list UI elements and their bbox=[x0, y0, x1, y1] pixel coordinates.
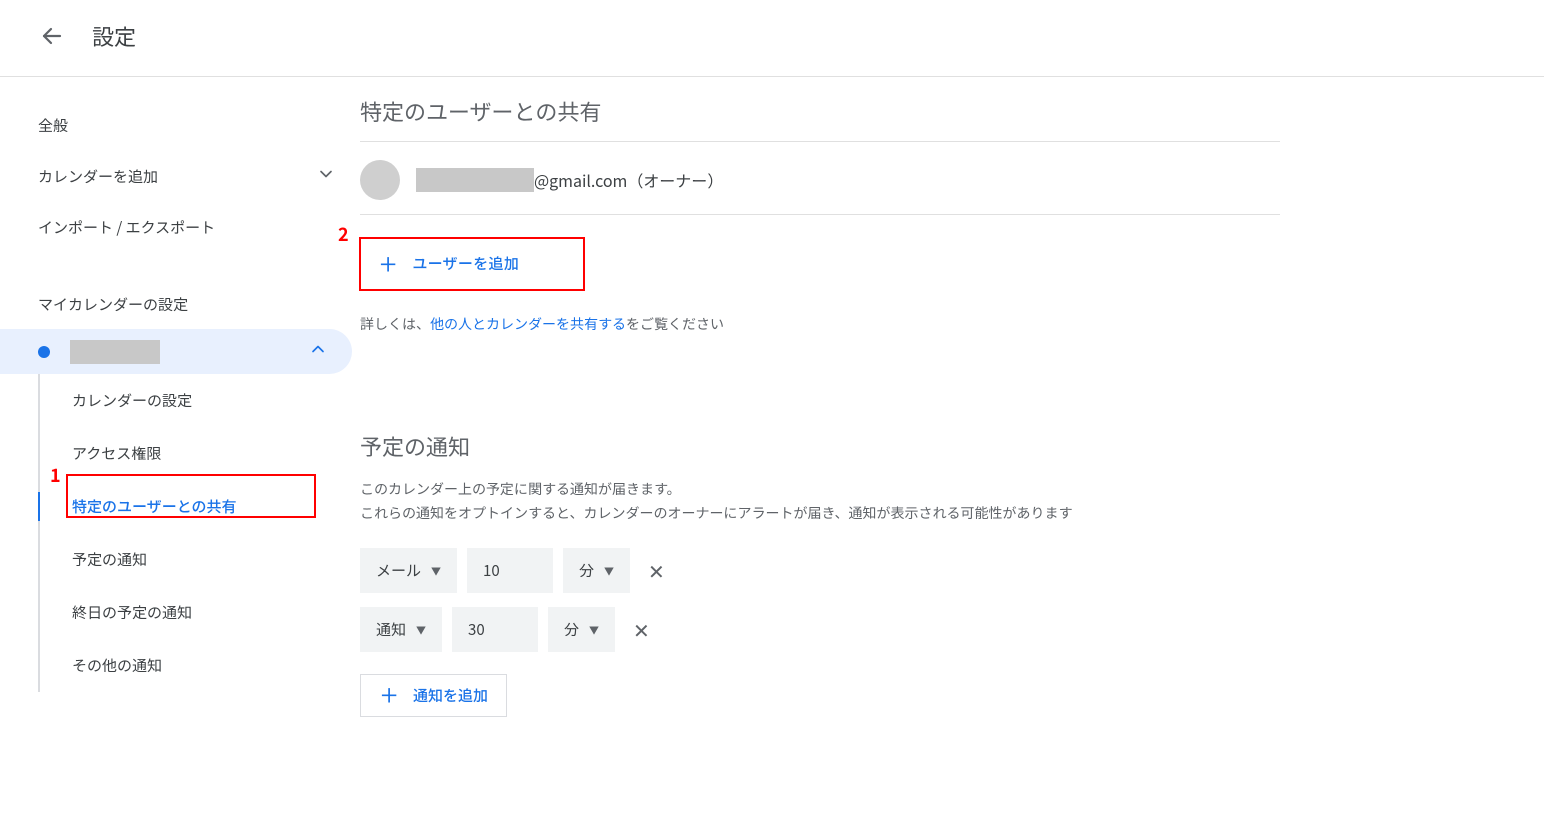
notif-type-select[interactable]: 通知 ▼ bbox=[360, 607, 442, 652]
add-notif-label: 通知を追加 bbox=[413, 685, 488, 706]
add-user-button[interactable]: ＋ ユーザーを追加 bbox=[360, 243, 537, 284]
plus-icon: ＋ bbox=[379, 685, 399, 705]
remove-notif-button[interactable]: ✕ bbox=[640, 556, 673, 585]
sidebar-item-label: カレンダーの設定 bbox=[72, 390, 192, 411]
sidebar-sub-other-notif[interactable]: その他の通知 bbox=[40, 639, 360, 692]
sidebar-item-label: 特定のユーザーとの共有 bbox=[72, 496, 237, 517]
header: 設定 bbox=[0, 0, 1544, 77]
sidebar-item-label: 全般 bbox=[38, 115, 68, 136]
notif-value: 10 bbox=[483, 560, 500, 581]
caret-down-icon: ▼ bbox=[431, 563, 441, 578]
add-user-label: ユーザーを追加 bbox=[412, 253, 519, 274]
sidebar-item-import-export[interactable]: インポート / エクスポート bbox=[0, 203, 360, 252]
notif-description: このカレンダー上の予定に関する通知が届きます。 これらの通知をオプトインすると、… bbox=[360, 478, 1280, 526]
notif-unit-select[interactable]: 分 ▼ bbox=[548, 607, 615, 652]
annotation-label-1: 1 bbox=[50, 462, 61, 488]
sidebar-section-my-calendars: マイカレンダーの設定 bbox=[0, 280, 360, 329]
sidebar: 全般 カレンダーを追加 インポート / エクスポート マイカレンダーの設定 カレ… bbox=[0, 77, 360, 757]
caret-down-icon: ▼ bbox=[416, 622, 426, 637]
notif-value: 30 bbox=[468, 619, 485, 640]
notif-type-label: メール bbox=[376, 560, 421, 581]
body: 全般 カレンダーを追加 インポート / エクスポート マイカレンダーの設定 カレ… bbox=[0, 77, 1544, 757]
sidebar-calendar-item[interactable] bbox=[0, 329, 352, 374]
close-icon: ✕ bbox=[633, 615, 650, 644]
help-prefix: 詳しくは、 bbox=[360, 314, 430, 334]
sidebar-item-label: 予定の通知 bbox=[72, 549, 147, 570]
section-share: 特定のユーザーとの共有 @gmail.com（オーナー） ＋ ユーザーを追加 2… bbox=[360, 95, 1280, 334]
main-content: 特定のユーザーとの共有 @gmail.com（オーナー） ＋ ユーザーを追加 2… bbox=[360, 77, 1544, 757]
sidebar-item-add-calendar[interactable]: カレンダーを追加 bbox=[0, 150, 360, 203]
notif-desc-line1: このカレンダー上の予定に関する通知が届きます。 bbox=[360, 479, 681, 499]
back-arrow-icon[interactable] bbox=[40, 24, 64, 48]
email-suffix: @gmail.com（オーナー） bbox=[534, 168, 723, 192]
calendar-color-dot-icon bbox=[38, 346, 50, 358]
plus-icon: ＋ bbox=[378, 254, 398, 274]
section-notifications: 予定の通知 このカレンダー上の予定に関する通知が届きます。 これらの通知をオプト… bbox=[360, 430, 1280, 717]
notification-row: メール ▼ 10 分 ▼ ✕ bbox=[360, 548, 1280, 593]
email-redacted bbox=[416, 168, 534, 192]
help-link[interactable]: 他の人とカレンダーを共有する bbox=[430, 314, 626, 334]
chevron-down-icon bbox=[316, 164, 336, 189]
sidebar-item-general[interactable]: 全般 bbox=[0, 101, 360, 150]
sidebar-subnav: カレンダーの設定 アクセス権限 特定のユーザーとの共有 1 予定の通知 終日の予… bbox=[38, 374, 360, 692]
close-icon: ✕ bbox=[648, 556, 665, 585]
add-notification-button[interactable]: ＋ 通知を追加 bbox=[360, 674, 507, 717]
sidebar-item-label: アクセス権限 bbox=[72, 443, 161, 464]
section-title-share: 特定のユーザーとの共有 bbox=[360, 95, 1280, 142]
notif-desc-line2: これらの通知をオプトインすると、カレンダーのオーナーにアラートが届き、通知が表示… bbox=[360, 503, 1072, 523]
sidebar-sub-calendar-settings[interactable]: カレンダーの設定 bbox=[40, 374, 360, 427]
notif-unit-label: 分 bbox=[579, 560, 594, 581]
notif-type-label: 通知 bbox=[376, 619, 406, 640]
caret-down-icon: ▼ bbox=[604, 563, 614, 578]
sidebar-sub-allday-notif[interactable]: 終日の予定の通知 bbox=[40, 586, 360, 639]
remove-notif-button[interactable]: ✕ bbox=[625, 615, 658, 644]
sidebar-item-label: カレンダーを追加 bbox=[38, 166, 158, 187]
page-title: 設定 bbox=[92, 20, 136, 52]
avatar bbox=[360, 160, 400, 200]
sidebar-sub-access[interactable]: アクセス権限 bbox=[40, 427, 360, 480]
notif-unit-label: 分 bbox=[564, 619, 579, 640]
calendar-name-redacted bbox=[70, 340, 160, 364]
add-user-wrap: ＋ ユーザーを追加 2 bbox=[360, 243, 1280, 284]
sidebar-sub-share-specific[interactable]: 特定のユーザーとの共有 1 bbox=[40, 480, 360, 533]
sidebar-item-label: インポート / エクスポート bbox=[38, 217, 215, 238]
chevron-up-icon bbox=[308, 339, 328, 364]
notif-unit-select[interactable]: 分 ▼ bbox=[563, 548, 630, 593]
notif-type-select[interactable]: メール ▼ bbox=[360, 548, 457, 593]
annotation-label-2: 2 bbox=[338, 221, 349, 247]
notification-row: 通知 ▼ 30 分 ▼ ✕ bbox=[360, 607, 1280, 652]
help-suffix: をご覧ください bbox=[626, 314, 724, 334]
sidebar-item-label: その他の通知 bbox=[72, 655, 162, 676]
section-title-notif: 予定の通知 bbox=[360, 430, 1280, 468]
help-text: 詳しくは、他の人とカレンダーを共有するをご覧ください bbox=[360, 314, 1280, 334]
shared-user-row: @gmail.com（オーナー） bbox=[360, 142, 1280, 215]
sidebar-sub-event-notif[interactable]: 予定の通知 bbox=[40, 533, 360, 586]
notif-value-input[interactable]: 30 bbox=[452, 607, 538, 652]
notif-value-input[interactable]: 10 bbox=[467, 548, 553, 593]
sidebar-item-label: 終日の予定の通知 bbox=[72, 602, 192, 623]
caret-down-icon: ▼ bbox=[589, 622, 599, 637]
